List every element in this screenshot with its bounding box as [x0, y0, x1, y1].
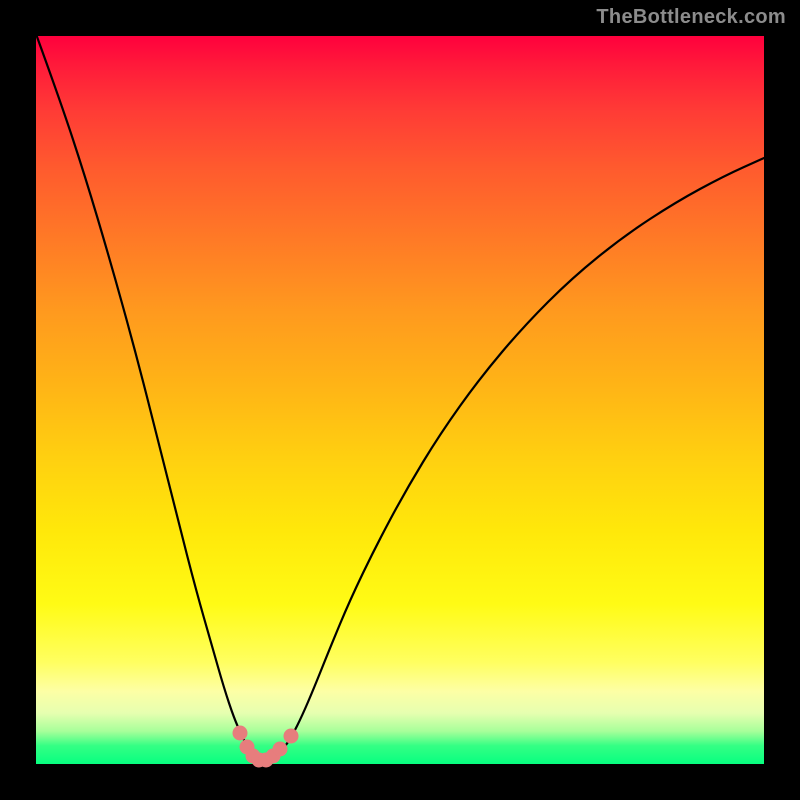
curve-layer — [0, 0, 800, 800]
watermark-text: TheBottleneck.com — [596, 6, 786, 29]
curve-marker — [284, 729, 299, 744]
chart-frame: TheBottleneck.com — [0, 0, 800, 800]
bottleneck-curve — [36, 34, 764, 760]
minimum-markers — [233, 726, 299, 768]
curve-marker — [233, 726, 248, 741]
curve-marker — [273, 742, 288, 757]
